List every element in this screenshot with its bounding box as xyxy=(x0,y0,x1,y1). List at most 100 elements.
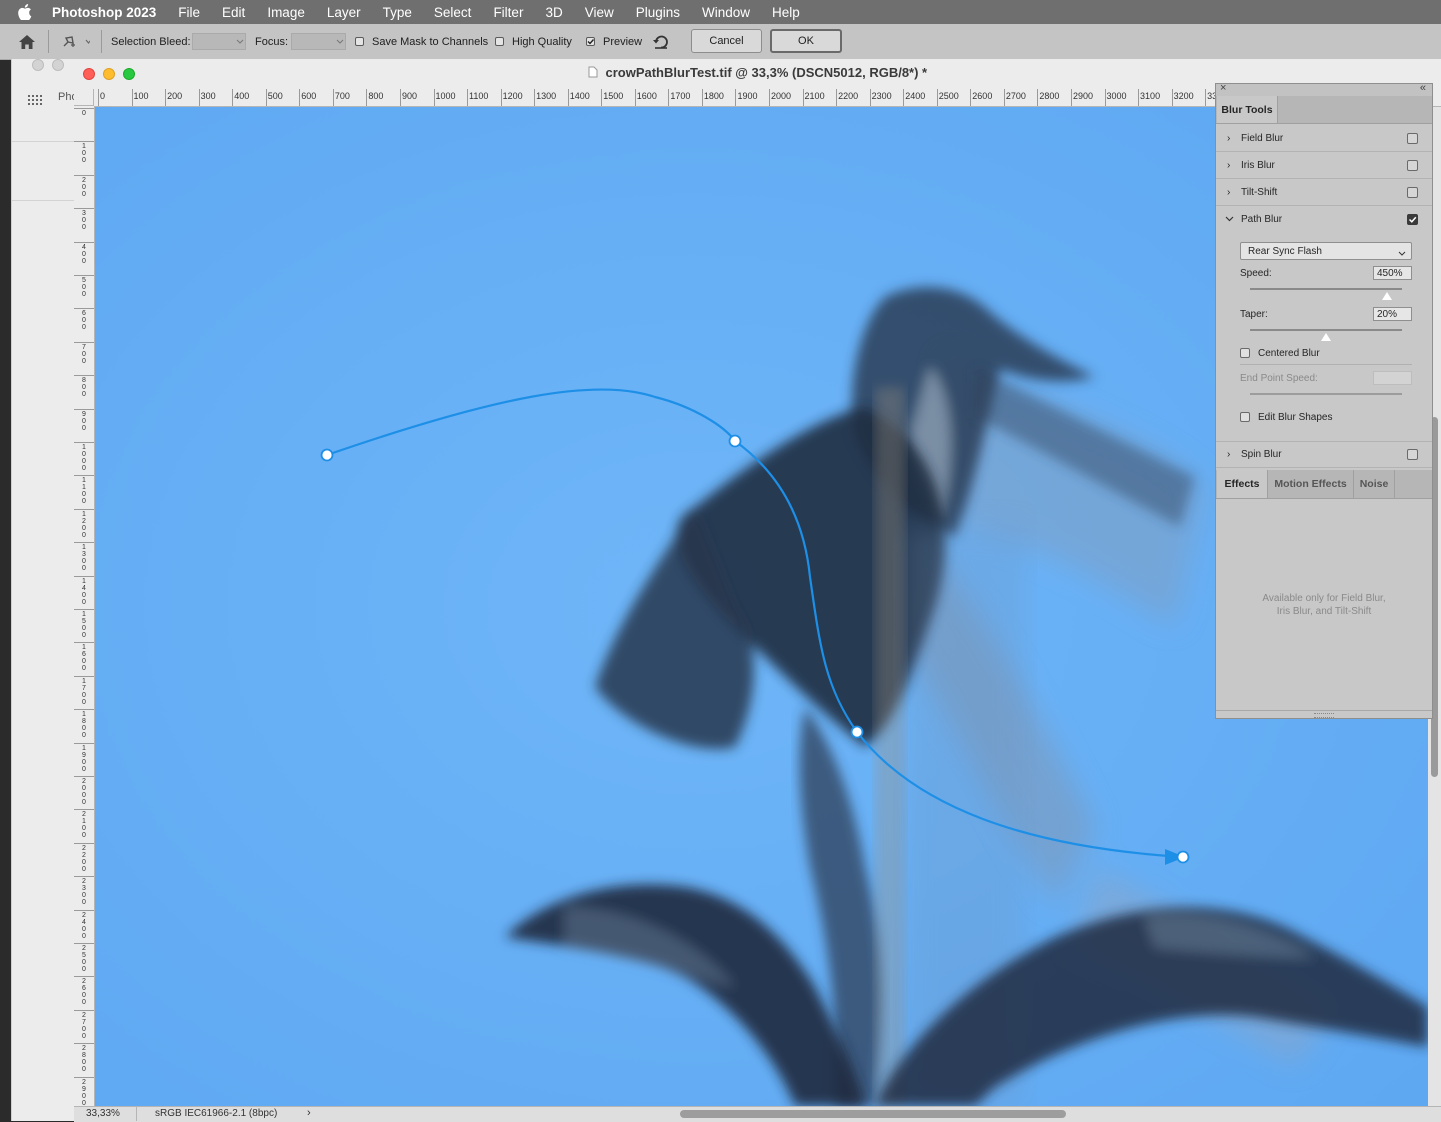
speed-slider-track[interactable] xyxy=(1250,288,1402,290)
menu-app-name[interactable]: Photoshop 2023 xyxy=(50,5,167,20)
chevron-right-icon[interactable]: › xyxy=(307,1107,311,1119)
menu-view[interactable]: View xyxy=(574,5,625,20)
taper-slider-track[interactable] xyxy=(1250,329,1402,331)
section-tilt-shift[interactable]: › Tilt-Shift xyxy=(1216,179,1432,206)
section-label: Path Blur xyxy=(1241,214,1283,225)
menu-window[interactable]: Window xyxy=(691,5,761,20)
ruler-tick xyxy=(332,89,334,106)
ruler-tick xyxy=(769,89,770,106)
menu-file[interactable]: File xyxy=(167,5,211,20)
zoom-level[interactable]: 33,33% xyxy=(86,1108,120,1119)
grid-icon[interactable] xyxy=(28,92,42,110)
ruler-tick xyxy=(1205,89,1207,106)
taper-slider-thumb[interactable] xyxy=(1321,333,1331,341)
ruler-tick xyxy=(74,275,94,276)
collapse-panel-icon[interactable]: « xyxy=(1420,82,1426,94)
ruler-tick-label: 800 xyxy=(82,377,86,399)
ruler-tick-label: 900 xyxy=(82,410,86,432)
ruler-tick-label: 500 xyxy=(82,277,86,298)
menu-type[interactable]: Type xyxy=(372,5,423,20)
iris-blur-checkbox[interactable] xyxy=(1407,159,1418,171)
color-profile: sRGB IEC61966-2.1 (8bpc) xyxy=(155,1108,278,1119)
close-panel-icon[interactable]: × xyxy=(1220,82,1226,94)
path-blur-checkbox[interactable] xyxy=(1407,214,1418,225)
tab-effects[interactable]: Effects xyxy=(1217,470,1268,498)
menu-edit[interactable]: Edit xyxy=(211,5,256,20)
ruler-tick xyxy=(1003,89,1005,106)
blur-mode-dropdown[interactable]: Rear Sync Flash xyxy=(1240,242,1412,260)
cancel-button[interactable]: Cancel xyxy=(691,29,762,53)
ruler-tick xyxy=(74,742,94,744)
tab-noise[interactable]: Noise xyxy=(1354,470,1395,498)
end-point-speed-slider-track[interactable] xyxy=(1250,393,1402,395)
menu-select[interactable]: Select xyxy=(423,5,483,20)
tool-preset-pin-icon[interactable] xyxy=(60,24,90,59)
section-iris-blur[interactable]: › Iris Blur xyxy=(1216,152,1432,179)
high-quality-checkbox[interactable] xyxy=(495,24,504,59)
window-control xyxy=(32,59,44,71)
section-path-blur[interactable]: Path Blur xyxy=(1216,206,1432,233)
ruler-tick-label: 300 xyxy=(200,91,216,101)
vertical-ruler[interactable]: 0 100 200 300 400 500 600 700 800 900 1000 1100 1200… xyxy=(74,106,95,1106)
home-icon[interactable] xyxy=(18,24,36,59)
ruler-tick xyxy=(735,89,737,106)
tilt-shift-checkbox[interactable] xyxy=(1407,186,1418,198)
ruler-tick xyxy=(74,1009,94,1011)
ruler-tick xyxy=(74,308,94,310)
tab-motion-effects[interactable]: Motion Effects xyxy=(1268,470,1354,498)
ruler-tick-label: 600 xyxy=(82,310,86,332)
save-mask-checkbox[interactable] xyxy=(355,24,364,59)
end-point-speed-field[interactable] xyxy=(1373,371,1412,385)
ruler-tick xyxy=(74,809,94,811)
blur-mode-value: Rear Sync Flash xyxy=(1248,245,1322,257)
ruler-tick xyxy=(74,943,94,944)
menu-3d[interactable]: 3D xyxy=(534,5,573,20)
menu-help[interactable]: Help xyxy=(761,5,811,20)
ruler-tick-label: 1100 xyxy=(82,477,86,506)
ruler-tick xyxy=(668,89,670,106)
divider xyxy=(1240,364,1412,365)
ok-button[interactable]: OK xyxy=(770,29,842,53)
reset-icon[interactable] xyxy=(652,24,670,59)
ruler-tick xyxy=(74,976,94,978)
ruler-tick-label: 700 xyxy=(334,91,350,101)
chevron-down-icon xyxy=(1398,246,1406,259)
taper-label: Taper: xyxy=(1240,309,1268,320)
panel-resize-grip[interactable] xyxy=(1216,710,1432,719)
ruler-tick xyxy=(74,508,94,510)
menu-filter[interactable]: Filter xyxy=(482,5,534,20)
edit-blur-shapes-checkbox[interactable] xyxy=(1240,412,1250,422)
ruler-tick-label: 2600 xyxy=(972,91,993,101)
spin-blur-checkbox[interactable] xyxy=(1407,449,1418,460)
apple-icon[interactable] xyxy=(18,3,36,21)
focus-field[interactable] xyxy=(291,24,346,59)
menu-plugins[interactable]: Plugins xyxy=(625,5,691,20)
speed-value[interactable]: 450% xyxy=(1373,266,1412,280)
document-proxy-icon[interactable] xyxy=(588,66,598,81)
ruler-tick xyxy=(1171,89,1173,106)
horizontal-scroll-thumb[interactable] xyxy=(680,1110,1066,1118)
ruler-tick xyxy=(74,1043,94,1045)
ruler-tick-label: 2700 xyxy=(82,1011,86,1040)
ruler-tick-label: 2400 xyxy=(905,91,926,101)
preview-checkbox[interactable] xyxy=(586,24,595,59)
ruler-tick-label: 1800 xyxy=(82,711,86,740)
ruler-tick-label: 100 xyxy=(82,143,86,165)
ruler-tick xyxy=(701,89,703,106)
ruler-tick-label: 400 xyxy=(82,243,86,265)
ruler-tick-label: 1000 xyxy=(82,444,86,472)
chevron-right-icon: › xyxy=(1227,186,1231,198)
menu-layer[interactable]: Layer xyxy=(316,5,372,20)
section-spin-blur[interactable]: › Spin Blur xyxy=(1216,441,1432,468)
chevron-right-icon: › xyxy=(1227,132,1231,144)
field-blur-checkbox[interactable] xyxy=(1407,132,1418,144)
taper-value[interactable]: 20% xyxy=(1373,307,1412,321)
selection-bleed-field[interactable] xyxy=(192,24,246,59)
ruler-tick xyxy=(399,89,401,106)
centered-blur-checkbox[interactable] xyxy=(1240,348,1250,358)
speed-slider-thumb[interactable] xyxy=(1381,292,1392,300)
section-label: Iris Blur xyxy=(1241,159,1275,171)
menu-image[interactable]: Image xyxy=(256,5,316,20)
section-field-blur[interactable]: › Field Blur xyxy=(1216,125,1432,152)
tab-blur-tools[interactable]: Blur Tools xyxy=(1217,96,1278,123)
